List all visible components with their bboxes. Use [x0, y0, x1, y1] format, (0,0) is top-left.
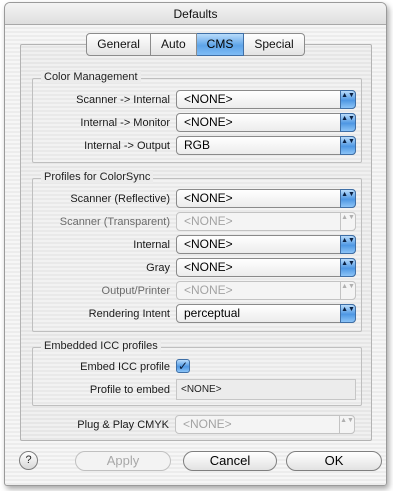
internal-popup[interactable]: <NONE> ▲▼ — [176, 235, 356, 254]
plug-and-play-row: Plug & Play CMYK <NONE> ▲▼ — [32, 415, 362, 436]
rendering-intent-value: perceptual — [184, 306, 241, 320]
apply-button: Apply — [75, 451, 171, 471]
embed-icc-label: Embed ICC profile — [80, 361, 170, 373]
scanner-transparent-popup: <NONE> ▲▼ — [176, 212, 356, 231]
gray-label: Gray — [146, 262, 170, 274]
scanner-reflective-label: Scanner (Reflective) — [70, 193, 170, 205]
scanner-transparent-label: Scanner (Transparent) — [59, 216, 170, 228]
popup-arrows-icon: ▲▼ — [339, 415, 355, 434]
internal-row: Internal <NONE> ▲▼ — [33, 235, 363, 256]
colorsync-title: Profiles for ColorSync — [41, 171, 154, 183]
gray-popup[interactable]: <NONE> ▲▼ — [176, 258, 356, 277]
embed-icc-row: Embed ICC profile ✓ — [33, 357, 363, 378]
profile-to-embed-field: <NONE> — [176, 379, 356, 400]
colorsync-group: Profiles for ColorSync Scanner (Reflecti… — [32, 171, 363, 332]
embed-icc-checkbox[interactable]: ✓ — [176, 359, 190, 373]
popup-arrows-icon: ▲▼ — [340, 258, 356, 277]
output-printer-label: Output/Printer — [101, 285, 170, 297]
ok-button[interactable]: OK — [286, 451, 382, 471]
plug-and-play-popup: <NONE> ▲▼ — [175, 415, 355, 434]
popup-arrows-icon: ▲▼ — [340, 212, 356, 231]
scanner-reflective-value: <NONE> — [184, 191, 233, 205]
internal-monitor-value: <NONE> — [184, 115, 233, 129]
help-icon[interactable]: ? — [19, 451, 38, 470]
output-printer-popup: <NONE> ▲▼ — [176, 281, 356, 300]
internal-output-label: Internal -> Output — [84, 140, 170, 152]
cancel-button[interactable]: Cancel — [183, 451, 277, 471]
internal-monitor-row: Internal -> Monitor <NONE> ▲▼ — [33, 113, 363, 134]
internal-monitor-label: Internal -> Monitor — [80, 117, 170, 129]
tab-special[interactable]: Special — [244, 33, 305, 56]
internal-output-popup[interactable]: RGB ▲▼ — [176, 136, 356, 155]
internal-output-value: RGB — [184, 138, 211, 152]
popup-arrows-icon: ▲▼ — [340, 281, 356, 300]
rendering-intent-popup[interactable]: perceptual ▲▼ — [176, 304, 356, 323]
internal-monitor-popup[interactable]: <NONE> ▲▼ — [176, 113, 356, 132]
rendering-intent-label: Rendering Intent — [88, 308, 170, 320]
internal-value: <NONE> — [184, 237, 233, 251]
color-management-group: Color Management Scanner -> Internal <NO… — [32, 71, 363, 163]
tab-general[interactable]: General — [86, 33, 151, 56]
internal-label: Internal — [133, 239, 170, 251]
profile-to-embed-row: Profile to embed <NONE> — [33, 379, 363, 401]
internal-output-row: Internal -> Output RGB ▲▼ — [33, 136, 363, 157]
gray-row: Gray <NONE> ▲▼ — [33, 258, 363, 279]
popup-arrows-icon: ▲▼ — [340, 304, 356, 323]
cms-tab-panel: Color Management Scanner -> Internal <NO… — [20, 44, 372, 441]
popup-arrows-icon: ▲▼ — [340, 189, 356, 208]
popup-arrows-icon: ▲▼ — [340, 136, 356, 155]
scanner-reflective-row: Scanner (Reflective) <NONE> ▲▼ — [33, 189, 363, 210]
scanner-transparent-row: Scanner (Transparent) <NONE> ▲▼ — [33, 212, 363, 233]
rendering-intent-row: Rendering Intent perceptual ▲▼ — [33, 304, 363, 325]
tab-bar: General Auto CMS Special — [5, 33, 386, 57]
output-printer-row: Output/Printer <NONE> ▲▼ — [33, 281, 363, 302]
popup-arrows-icon: ▲▼ — [340, 235, 356, 254]
popup-arrows-icon: ▲▼ — [340, 90, 356, 109]
plug-and-play-value: <NONE> — [183, 417, 232, 431]
embedded-icc-title: Embedded ICC profiles — [41, 340, 161, 352]
embedded-icc-group: Embedded ICC profiles Embed ICC profile … — [32, 340, 363, 406]
tab-auto[interactable]: Auto — [150, 33, 197, 56]
output-printer-value: <NONE> — [184, 283, 233, 297]
scanner-transparent-value: <NONE> — [184, 214, 233, 228]
color-management-title: Color Management — [41, 71, 141, 83]
scanner-reflective-popup[interactable]: <NONE> ▲▼ — [176, 189, 356, 208]
scanner-internal-popup[interactable]: <NONE> ▲▼ — [176, 90, 356, 109]
gray-value: <NONE> — [184, 260, 233, 274]
popup-arrows-icon: ▲▼ — [340, 113, 356, 132]
plug-and-play-label: Plug & Play CMYK — [77, 419, 169, 431]
window-title: Defaults — [5, 3, 386, 25]
scanner-internal-row: Scanner -> Internal <NONE> ▲▼ — [33, 90, 363, 111]
scanner-internal-value: <NONE> — [184, 92, 233, 106]
tab-cms[interactable]: CMS — [196, 33, 245, 56]
profile-to-embed-label: Profile to embed — [89, 384, 170, 396]
scanner-internal-label: Scanner -> Internal — [76, 94, 170, 106]
defaults-window: Defaults General Auto CMS Special Color … — [4, 2, 387, 486]
